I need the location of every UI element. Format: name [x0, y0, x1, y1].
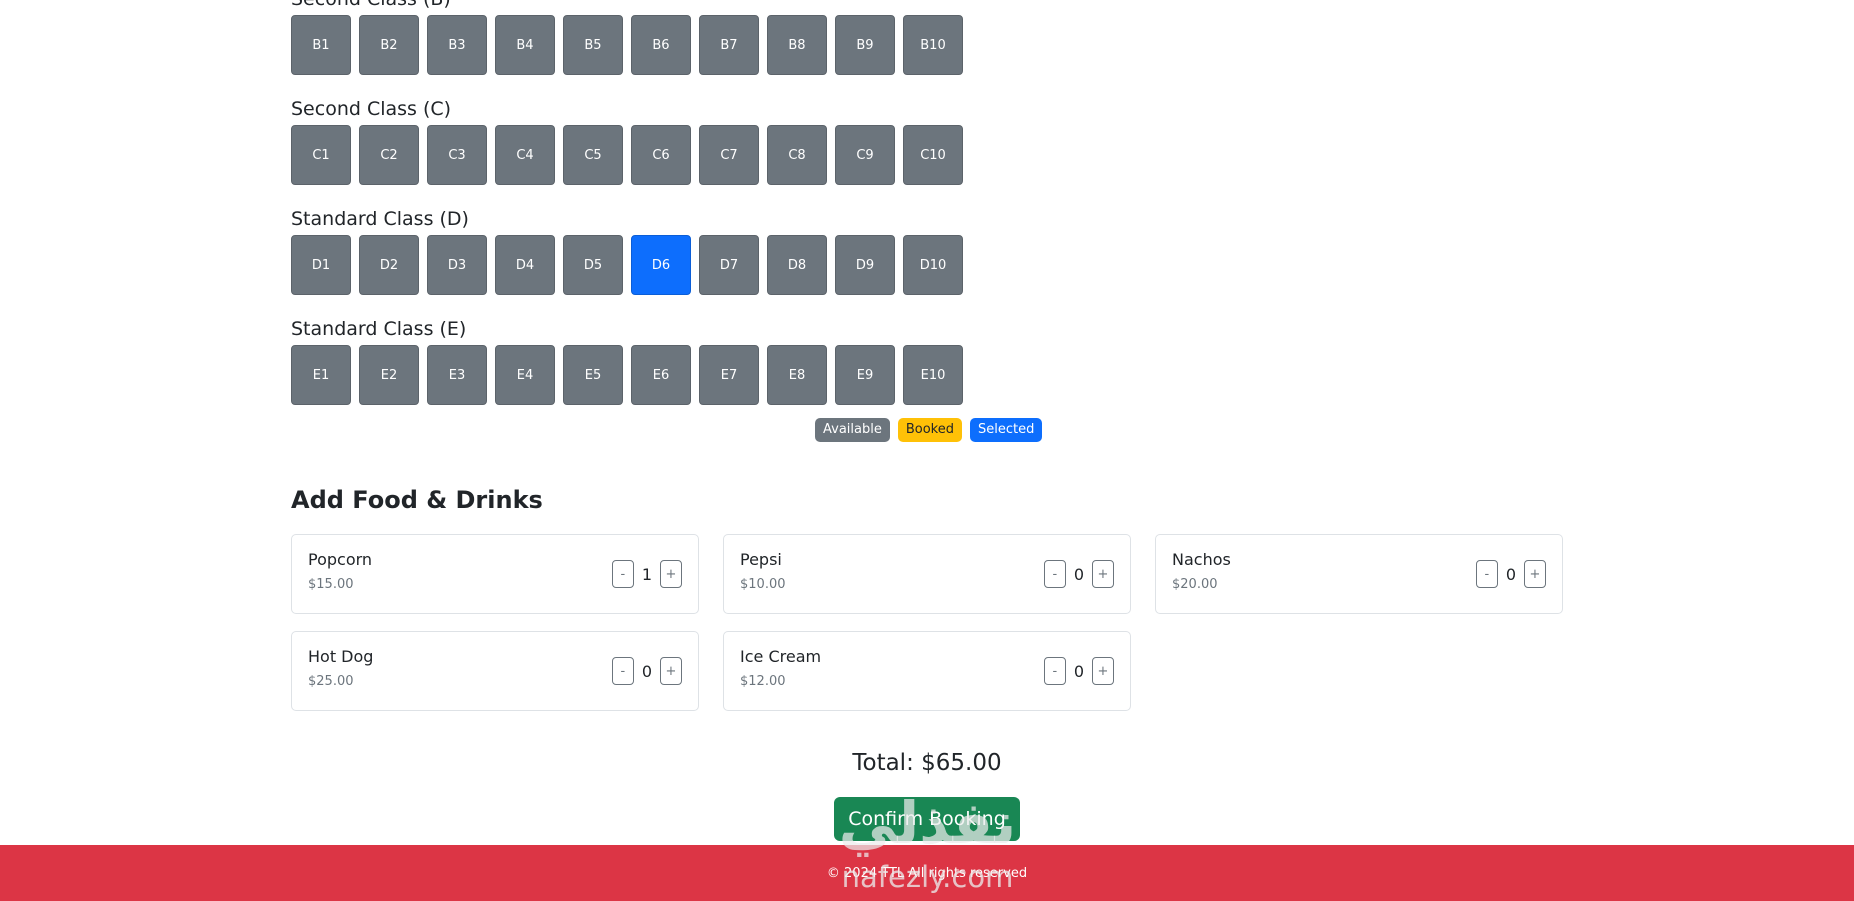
seat-row: B1 B2 B3 B4 B5 B6 B7 B8 B9 B10 — [291, 15, 1563, 75]
seat-button-e5[interactable]: E5 — [563, 345, 623, 405]
seat-button-e6[interactable]: E6 — [631, 345, 691, 405]
seat-button-b8[interactable]: B8 — [767, 15, 827, 75]
seat-button-e9[interactable]: E9 — [835, 345, 895, 405]
food-section-title: Add Food & Drinks — [291, 486, 543, 514]
seat-button-c1[interactable]: C1 — [291, 125, 351, 185]
seat-sections: Second Class (B) B1B2B3B4B5B6B7B8B9B10 Sec… — [291, 0, 1563, 405]
seat-button-b1[interactable]: B1 — [291, 15, 351, 75]
seat-button-d10[interactable]: D10 — [903, 235, 963, 295]
seat-section-title: Standard Class (E) — [291, 318, 467, 340]
quantity-stepper: -0 + — [1043, 657, 1114, 685]
seat-button-c9[interactable]: C9 — [835, 125, 895, 185]
quantity-value: 1 — [641, 564, 652, 584]
quantity-value: 0 — [641, 661, 652, 681]
seat-row: E1 E2 E3 E4 E5 E6 E7 E8 E9 E10 — [291, 345, 1563, 405]
seat-section-title: Second Class (B) — [291, 0, 1563, 13]
food-grid: Popcorn $15.00-1 + Pepsi $10.00-0 + Nachos $20.… — [291, 534, 1563, 711]
legend-booked-badge: Booked — [897, 418, 962, 442]
seat-button-d4[interactable]: D4 — [495, 235, 555, 295]
seat-button-c3[interactable]: C3 — [427, 125, 487, 185]
seat-button-b3[interactable]: B3 — [427, 15, 487, 75]
legend-available-badge: Available — [815, 418, 890, 442]
seat-button-b7[interactable]: B7 — [699, 15, 759, 75]
booking-total: Total: $65.00 — [852, 750, 1002, 776]
decrease-quantity-button[interactable]: - — [1043, 560, 1066, 588]
seat-button-c4[interactable]: C4 — [495, 125, 555, 185]
confirm-booking-button[interactable]: Confirm Booking — [834, 797, 1020, 841]
food-card-hot-dog: Hot Dog $25.00-0 + — [291, 631, 699, 711]
seat-button-c2[interactable]: C2 — [359, 125, 419, 185]
food-card-ice-cream: Ice Cream $12.00-0 + — [723, 631, 1131, 711]
seat-button-e7[interactable]: E7 — [699, 345, 759, 405]
seat-button-d2[interactable]: D2 — [359, 235, 419, 295]
seat-button-e2[interactable]: E2 — [359, 345, 419, 405]
seat-button-e3[interactable]: E3 — [427, 345, 487, 405]
decrease-quantity-button[interactable]: - — [1475, 560, 1498, 588]
seat-button-d5[interactable]: D5 — [563, 235, 623, 295]
quantity-value: 0 — [1505, 564, 1516, 584]
quantity-stepper: -0 + — [1475, 560, 1546, 588]
seat-row: C1 C2 C3 C4 C5 C6 C7 C8 C9 C10 — [291, 125, 1563, 185]
decrease-quantity-button[interactable]: - — [1043, 657, 1066, 685]
quantity-stepper: -0 + — [1043, 560, 1114, 588]
seat-button-e4[interactable]: E4 — [495, 345, 555, 405]
quantity-stepper: -1 + — [611, 560, 682, 588]
footer-copyright: © 2024 TTL All rights reserved — [826, 865, 1028, 881]
seat-button-c6[interactable]: C6 — [631, 125, 691, 185]
increase-quantity-button[interactable]: + — [660, 560, 682, 588]
seat-button-b2[interactable]: B2 — [359, 15, 419, 75]
increase-quantity-button[interactable]: + — [1524, 560, 1546, 588]
seat-button-b6[interactable]: B6 — [631, 15, 691, 75]
seat-section-title: Second Class (C) — [291, 98, 452, 120]
seat-row: D1 D2 D3 D4 D5 D6 D7 D8 D9 D10 — [291, 235, 1563, 295]
quantity-value: 0 — [1073, 564, 1084, 584]
footer: © 2024 TTL All rights reserved — [0, 845, 1854, 901]
seat-button-e8[interactable]: E8 — [767, 345, 827, 405]
increase-quantity-button[interactable]: + — [1092, 560, 1114, 588]
seat-button-b10[interactable]: B10 — [903, 15, 963, 75]
decrease-quantity-button[interactable]: - — [611, 560, 634, 588]
seat-button-c7[interactable]: C7 — [699, 125, 759, 185]
legend-selected-badge: Selected — [969, 418, 1043, 442]
seat-button-b5[interactable]: B5 — [563, 15, 623, 75]
seat-button-c10[interactable]: C10 — [903, 125, 963, 185]
quantity-value: 0 — [1073, 661, 1084, 681]
seat-button-d3[interactable]: D3 — [427, 235, 487, 295]
seat-section-title: Standard Class (D) — [291, 208, 469, 230]
seat-button-c8[interactable]: C8 — [767, 125, 827, 185]
decrease-quantity-button[interactable]: - — [611, 657, 634, 685]
increase-quantity-button[interactable]: + — [660, 657, 682, 685]
seat-button-b4[interactable]: B4 — [495, 15, 555, 75]
seat-button-d8[interactable]: D8 — [767, 235, 827, 295]
seat-button-e1[interactable]: E1 — [291, 345, 351, 405]
food-card-pepsi: Pepsi $10.00-0 + — [723, 534, 1131, 614]
seat-button-e10[interactable]: E10 — [903, 345, 963, 405]
food-card-nachos: Nachos $20.00-0 + — [1155, 534, 1563, 614]
increase-quantity-button[interactable]: + — [1092, 657, 1114, 685]
seat-button-d9[interactable]: D9 — [835, 235, 895, 295]
seat-button-b9[interactable]: B9 — [835, 15, 895, 75]
seat-button-d6[interactable]: D6 — [631, 235, 691, 295]
food-card-popcorn: Popcorn $15.00-1 + — [291, 534, 699, 614]
seat-map: Second Class (B) B1B2B3B4B5B6B7B8B9B10 Sec… — [291, 0, 1563, 425]
quantity-stepper: -0 + — [611, 657, 682, 685]
seat-button-d7[interactable]: D7 — [699, 235, 759, 295]
seat-button-c5[interactable]: C5 — [563, 125, 623, 185]
seat-button-d1[interactable]: D1 — [291, 235, 351, 295]
seat-legend: Available Booked Selected — [815, 418, 1043, 442]
